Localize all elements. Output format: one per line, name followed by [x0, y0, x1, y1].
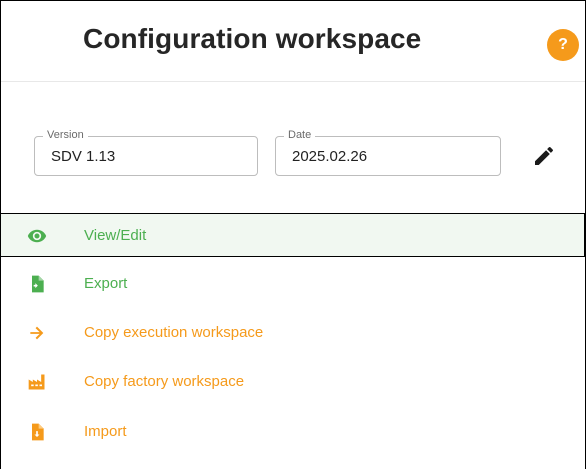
version-field-label: Version: [43, 129, 88, 141]
date-field-label: Date: [284, 129, 316, 141]
menu-item-copy-execution-workspace[interactable]: Copy execution workspace: [1, 311, 585, 355]
date-field[interactable]: Date 2025.02.26: [275, 129, 501, 176]
menu-item-label: Import: [84, 423, 127, 440]
edit-button[interactable]: [532, 144, 556, 168]
menu-item-view-edit[interactable]: View/Edit: [1, 213, 585, 257]
version-field-value[interactable]: SDV 1.13: [51, 148, 115, 165]
factory-icon: [27, 372, 47, 392]
date-field-value[interactable]: 2025.02.26: [292, 148, 367, 165]
menu-item-copy-factory-workspace[interactable]: Copy factory workspace: [1, 360, 585, 404]
menu-item-label: View/Edit: [84, 227, 147, 244]
help-button[interactable]: ?: [547, 29, 579, 61]
header: Configuration workspace ?: [1, 1, 585, 82]
menu-item-label: Copy execution workspace: [84, 324, 264, 341]
configuration-workspace-panel: Configuration workspace ? Version SDV 1.…: [0, 0, 586, 469]
menu-item-import[interactable]: Import: [1, 410, 585, 454]
pencil-icon: [535, 146, 554, 165]
arrow-right-icon: [27, 323, 47, 343]
menu-item-export[interactable]: Export: [1, 262, 585, 306]
file-export-icon: [27, 274, 47, 294]
menu-item-label: Copy factory workspace: [84, 373, 245, 390]
file-import-icon: [27, 422, 47, 442]
version-field[interactable]: Version SDV 1.13: [34, 129, 258, 176]
menu-item-label: Export: [84, 275, 128, 292]
eye-icon: [27, 226, 47, 246]
page-title: Configuration workspace: [83, 23, 422, 54]
